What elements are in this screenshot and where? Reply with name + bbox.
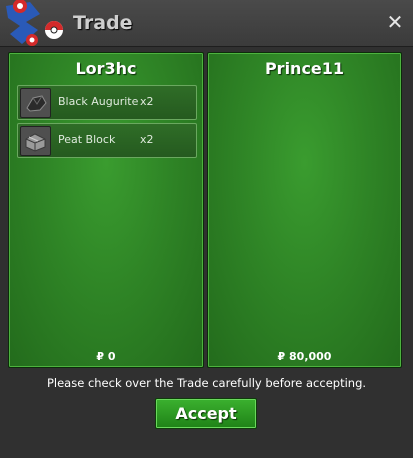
player-name: Lor3hc bbox=[75, 59, 137, 78]
close-icon[interactable]: ✕ bbox=[385, 11, 405, 33]
accept-button[interactable]: Accept bbox=[155, 398, 257, 429]
own-offer-panel: Lor3hc Black Augurite x2 Peat Block x2 ₽… bbox=[8, 52, 204, 368]
pokemon-logo-icon bbox=[6, 0, 63, 46]
item-quantity: x2 bbox=[140, 133, 154, 146]
item-name: Peat Block bbox=[58, 133, 116, 146]
item-name: Black Augurite bbox=[58, 95, 139, 108]
player-name: Prince11 bbox=[264, 59, 345, 78]
trade-item[interactable]: Peat Block x2 bbox=[17, 123, 197, 158]
trade-item[interactable]: Black Augurite x2 bbox=[17, 85, 197, 120]
item-quantity: x2 bbox=[140, 95, 154, 108]
augurite-ore-icon bbox=[20, 88, 51, 118]
trade-notice: Please check over the Trade carefully be… bbox=[46, 376, 367, 390]
trade-window: Trade ✕ Lor3hc Black Augurite x2 Peat Bl… bbox=[0, 0, 413, 458]
offered-money: ₽ 0 bbox=[96, 350, 116, 363]
peat-block-icon bbox=[20, 126, 51, 156]
title-bar[interactable]: Trade ✕ bbox=[0, 0, 413, 47]
offered-money: ₽ 80,000 bbox=[277, 350, 332, 363]
window-title: Trade bbox=[73, 12, 133, 34]
partner-offer-panel: Prince11 ₽ 80,000 bbox=[207, 52, 402, 368]
